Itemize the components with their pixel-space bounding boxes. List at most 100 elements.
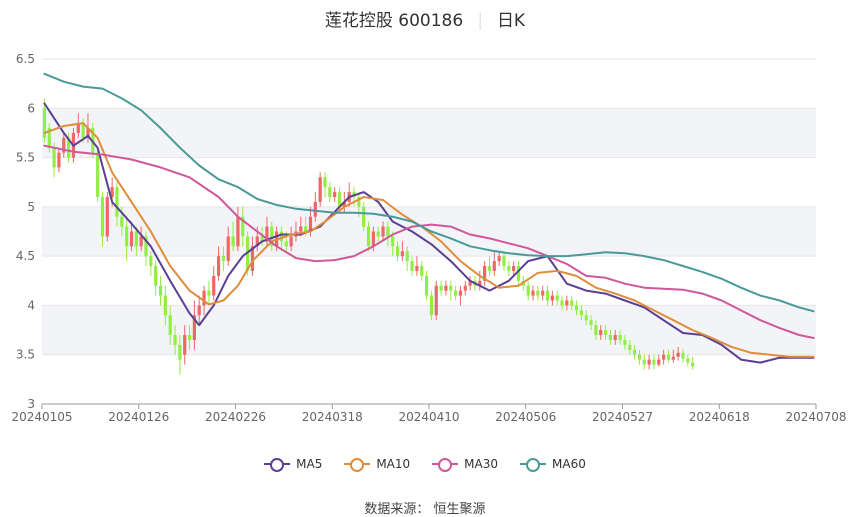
candle-body xyxy=(333,192,337,197)
candle-body xyxy=(570,300,574,306)
y-tick-label: 5 xyxy=(27,200,35,214)
candle-body xyxy=(149,256,153,266)
candle-body xyxy=(323,177,327,188)
x-tick-label: 20240226 xyxy=(205,410,266,424)
candle-body xyxy=(158,285,163,296)
candle-body xyxy=(202,290,206,306)
candle xyxy=(154,261,158,296)
candle xyxy=(212,266,216,301)
candle-body xyxy=(386,226,390,237)
candle-body xyxy=(100,197,105,237)
candle-body xyxy=(120,216,124,227)
candle-body xyxy=(589,320,593,326)
candle-body xyxy=(57,152,61,168)
candle-body xyxy=(637,354,642,360)
candle xyxy=(454,285,458,301)
candle-body xyxy=(173,335,177,345)
legend-label: MA30 xyxy=(464,457,499,471)
candle-body xyxy=(391,236,395,247)
candle-body xyxy=(463,285,467,291)
candle-body xyxy=(439,285,443,291)
candle xyxy=(333,187,337,202)
candle-body xyxy=(608,335,613,340)
candle-body xyxy=(691,362,695,367)
candle-body xyxy=(536,290,540,296)
candle xyxy=(550,290,554,306)
candle-body xyxy=(676,352,680,357)
candle-body xyxy=(632,349,637,355)
legend-item-ma10[interactable]: MA10 xyxy=(344,457,410,472)
y-tick-label: 3.5 xyxy=(16,348,35,362)
candle-body xyxy=(424,275,429,296)
legend-label: MA60 xyxy=(552,457,586,471)
candle-body xyxy=(366,226,371,247)
candle-body xyxy=(279,231,284,242)
candle-body xyxy=(574,305,579,311)
background-band xyxy=(42,108,816,158)
candle xyxy=(531,285,535,301)
background-band xyxy=(42,305,816,355)
candle xyxy=(318,172,322,207)
candle-body xyxy=(579,310,583,316)
candle-body xyxy=(657,359,661,365)
candle-body xyxy=(603,330,608,335)
candle-body xyxy=(628,344,632,350)
legend-marker-icon xyxy=(520,457,547,472)
candle xyxy=(507,261,511,276)
candle xyxy=(483,261,487,286)
candle-body xyxy=(395,246,400,257)
y-tick-label: 6.5 xyxy=(16,52,35,66)
y-tick-label: 4.5 xyxy=(16,249,35,263)
x-tick-label: 20240506 xyxy=(495,410,556,424)
candle-body xyxy=(381,226,385,237)
legend-item-ma5[interactable]: MA5 xyxy=(264,457,322,472)
candle-body xyxy=(623,339,627,345)
candle-body xyxy=(666,354,671,360)
candle xyxy=(420,261,424,281)
candle xyxy=(328,182,332,202)
candle-body xyxy=(599,330,603,335)
candle-body xyxy=(555,295,559,301)
candle-body xyxy=(139,236,143,247)
candle-body xyxy=(531,290,535,296)
y-tick-label: 5.5 xyxy=(16,151,35,165)
candle-body xyxy=(671,356,675,360)
x-tick-label: 20240410 xyxy=(398,410,459,424)
x-tick-label: 20240318 xyxy=(302,410,363,424)
candle-body xyxy=(444,285,448,291)
candle-body xyxy=(163,295,167,316)
candle-body xyxy=(613,335,617,340)
y-tick-label: 3 xyxy=(27,397,35,411)
candle-body xyxy=(487,266,492,271)
x-tick-label: 20240708 xyxy=(785,410,846,424)
candle-body xyxy=(420,266,424,276)
candle-body xyxy=(52,147,56,168)
candle xyxy=(105,192,109,242)
candle-body xyxy=(526,285,530,296)
candle-body xyxy=(434,285,438,316)
x-tick-label: 20240105 xyxy=(11,410,72,424)
candle-body xyxy=(304,226,308,232)
candle xyxy=(439,280,443,296)
candle-body xyxy=(197,305,201,316)
legend-marker-icon xyxy=(344,457,371,472)
candle xyxy=(541,285,545,301)
candle-body xyxy=(405,251,409,262)
candlestick-chart: 6.5 6 5.5 5 4.5 4 3.5 3 20240105 20240126 2024022… xyxy=(11,52,846,424)
candle-body xyxy=(652,359,656,365)
candle xyxy=(449,280,453,301)
candle xyxy=(352,187,356,207)
legend-marker-icon xyxy=(264,457,291,472)
candle-body xyxy=(183,335,187,355)
legend-item-ma60[interactable]: MA60 xyxy=(520,457,586,472)
candle xyxy=(458,285,463,306)
candle-body xyxy=(318,177,322,202)
candle-body xyxy=(642,359,646,365)
x-tick-label: 20240618 xyxy=(689,410,750,424)
candle-body xyxy=(681,352,685,359)
legend-item-ma30[interactable]: MA30 xyxy=(432,457,499,472)
candle-body xyxy=(449,285,453,291)
candle-body xyxy=(410,261,414,271)
candle xyxy=(691,356,695,370)
candle-body xyxy=(371,231,375,247)
